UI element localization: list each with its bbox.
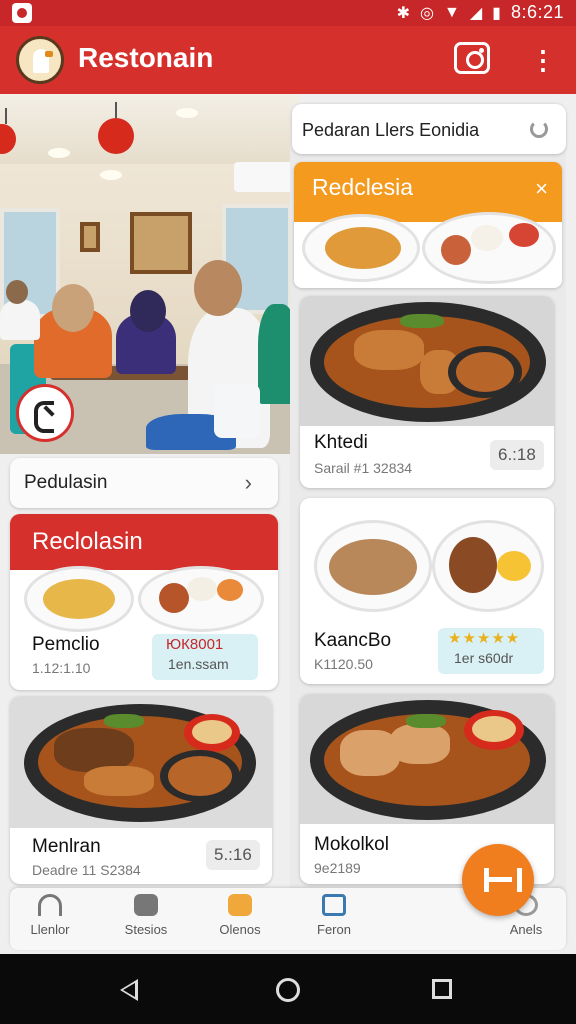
nav-label: Feron	[317, 922, 351, 937]
signal-icon: ◢	[469, 4, 483, 22]
wifi-icon: ▼	[443, 3, 460, 21]
featured-item-sub: 1.12:1.10	[32, 660, 91, 676]
refresh-icon[interactable]	[530, 120, 548, 138]
menu-card-right-2[interactable]: KaancBo K1120.50 ★★★★★ 1er s60dr	[300, 498, 554, 684]
noodle-dish-image	[24, 566, 134, 632]
status-icons: ✱ ◎ ▼ ◢ ▮ 8:6:21	[397, 2, 564, 23]
back-icon[interactable]	[120, 979, 138, 1001]
dish-image	[300, 694, 554, 824]
nav-label: Llenlor	[30, 922, 70, 937]
rice-platter-image	[138, 566, 264, 632]
menu-item-sub: Sarail #1 32834	[314, 460, 413, 476]
restaurant-logo[interactable]	[16, 36, 64, 84]
home-button-icon[interactable]	[276, 978, 300, 1002]
floating-action-button[interactable]	[462, 844, 534, 916]
hero-logo-badge[interactable]	[16, 384, 74, 442]
featured-banner-title: Reclolasin	[32, 528, 143, 555]
menu-item-name: Menlran	[32, 836, 101, 857]
status-time: 8:6:21	[510, 2, 564, 22]
promo-card[interactable]: Redclesia ×	[294, 162, 562, 288]
menu-card-right-1[interactable]: Khtedi Sarail #1 32834 6.:18	[300, 296, 554, 488]
menu-item-sub: Deadre 11 S2384	[32, 862, 141, 878]
menu-card-left[interactable]: Menlran Deadre 11 S2384 5.:16	[10, 696, 272, 884]
hero-placeholder-tile	[214, 384, 260, 438]
menu-item-sub: 9e2189	[314, 860, 361, 876]
dish-image	[300, 296, 554, 426]
menu-item-name: Mokolkol	[314, 834, 389, 855]
menu-item-price: 5.:16	[206, 840, 260, 870]
nav-label: Anels	[509, 922, 543, 937]
bluetooth-icon: ✱	[396, 4, 411, 22]
chevron-right-icon: ›	[244, 470, 252, 495]
featured-rating-bottom: 1en.ssam	[168, 656, 229, 672]
nav-label: Stesios	[124, 922, 168, 937]
menu-item-name: Khtedi	[314, 432, 368, 453]
home-icon	[38, 894, 62, 916]
section-header-label: Pedulasin	[24, 472, 108, 493]
chicken-dish-image	[432, 520, 544, 612]
rice-platter-image	[422, 212, 556, 284]
featured-rating-top: ЮК8001	[166, 636, 224, 653]
noodle-bowl-image	[314, 520, 432, 612]
food-icon	[228, 894, 252, 916]
nav-item-home[interactable]: Llenlor	[10, 888, 90, 950]
alarm-icon: ◎	[420, 4, 434, 22]
chart-icon	[322, 894, 346, 916]
featured-item-name: Pemclio	[32, 634, 100, 655]
nav-item-stesios[interactable]: Stesios	[106, 888, 186, 950]
menu-item-price: 6.:18	[490, 440, 544, 470]
promo-banner: Redclesia ×	[294, 162, 562, 222]
app-bar: Restonain ⋮	[0, 26, 576, 94]
rating-stars: ★★★★★	[448, 630, 521, 647]
search-bar[interactable]: Pedaran Llers Eonidia	[292, 104, 566, 154]
featured-rating-chip: ЮК8001 1en.ssam	[152, 634, 258, 680]
nav-item-feron[interactable]: Feron	[294, 888, 374, 950]
menu-item-sub: K1120.50	[314, 656, 373, 672]
rating-text: 1er s60dr	[454, 650, 514, 666]
nav-item-olenos[interactable]: Olenos	[200, 888, 280, 950]
close-icon[interactable]: ×	[535, 176, 548, 202]
system-navigation-bar	[0, 954, 576, 1024]
pet-icon	[134, 894, 158, 916]
more-vert-icon[interactable]: ⋮	[530, 44, 556, 76]
rating-chip: ★★★★★ 1er s60dr	[438, 628, 544, 674]
menu-item-name: KaancBo	[314, 630, 392, 651]
search-text: Pedaran Llers Eonidia	[302, 120, 480, 140]
app-title: Restonain	[78, 42, 214, 73]
status-bar: ✱ ◎ ▼ ◢ ▮ 8:6:21	[0, 0, 576, 26]
section-header[interactable]: Pedulasin ›	[10, 458, 278, 508]
recents-icon[interactable]	[432, 979, 452, 999]
noodle-dish-image	[302, 214, 420, 282]
camera-button[interactable]	[454, 42, 490, 74]
promo-title: Redclesia	[312, 174, 413, 200]
dish-image	[10, 696, 272, 828]
nav-label: Olenos	[219, 922, 261, 937]
battery-icon: ▮	[492, 4, 501, 22]
featured-card[interactable]: Reclolasin Pemclio 1.12:1.10 ЮК8001 1en.…	[10, 514, 278, 690]
app-notification-icon	[12, 3, 32, 23]
featured-banner: Reclolasin	[10, 514, 278, 570]
